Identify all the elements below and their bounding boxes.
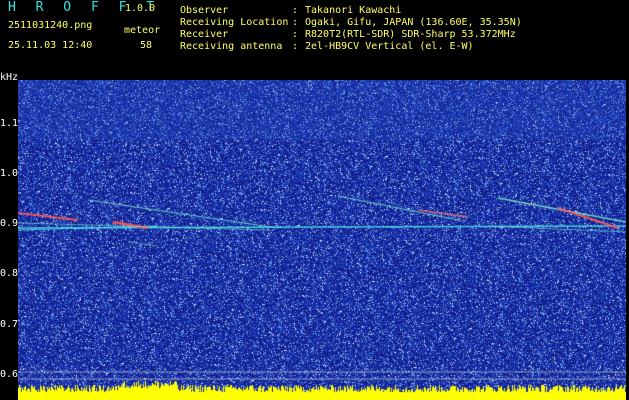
observer-colon: :: [292, 5, 299, 16]
meteor-count: 58: [140, 40, 153, 51]
receiver-colon: :: [292, 29, 299, 40]
spectrogram-canvas: [18, 80, 626, 400]
antenna-label: Receiving antenna: [180, 41, 283, 52]
app-version: 1.0.0: [125, 3, 156, 14]
receiver-value: R820T2(RTL-SDR) SDR-Sharp 53.372MHz: [305, 29, 516, 40]
receiver-label: Receiver: [180, 29, 229, 40]
timestamp: 25.11.03 12:40: [8, 40, 93, 51]
location-value: Ogaki, Gifu, JAPAN (136.60E, 35.35N): [305, 17, 522, 28]
header-panel: H R O F F T 1.0.0 2511031240.png 25.11.0…: [0, 0, 629, 78]
location-colon: :: [292, 17, 299, 28]
antenna-value: 2el-HB9CV Vertical (el. E-W): [305, 41, 474, 52]
observer-label: Observer: [180, 5, 229, 16]
meteor-label: meteor: [124, 25, 161, 36]
location-label: Receiving Location: [180, 17, 289, 28]
observer-value: Takanori Kawachi: [305, 5, 402, 16]
filename: 2511031240.png: [8, 20, 93, 31]
antenna-colon: :: [292, 41, 299, 52]
spectrogram-area: [0, 78, 629, 400]
